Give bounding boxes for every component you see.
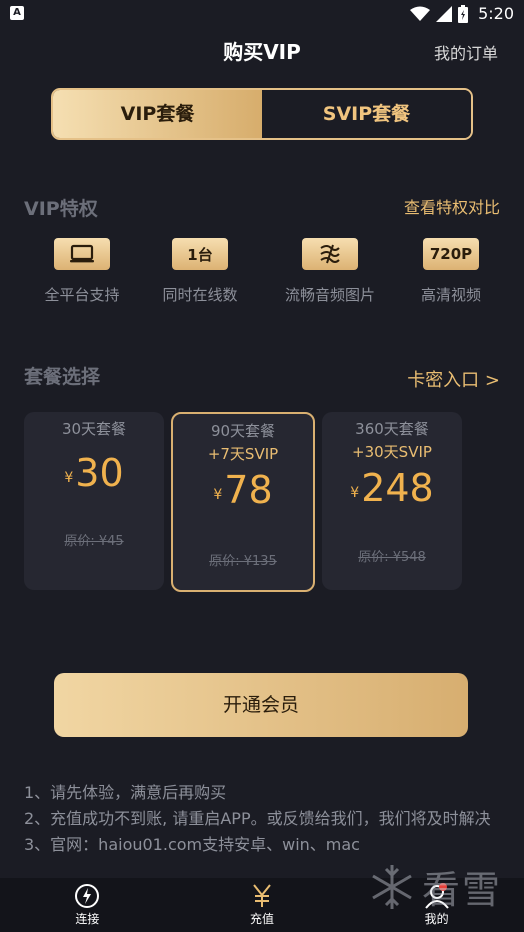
privilege-item-hd-video: 720P 高清视频 <box>396 238 506 305</box>
privilege-label: 同时在线数 <box>162 286 238 304</box>
plan-name: 90天套餐 <box>210 422 276 440</box>
plans-title: 套餐选择 <box>24 366 101 388</box>
bolt-circle-icon <box>0 882 175 910</box>
tab-svip[interactable]: SVIP套餐 <box>262 90 471 138</box>
privilege-label: 流畅音频图片 <box>284 286 375 304</box>
plan-card-90-days[interactable]: 90天套餐 +7天SVIP ¥78 原价: ¥135 <box>171 412 315 592</box>
nav-label: 连接 <box>75 912 100 926</box>
price-amount: 248 <box>361 466 434 510</box>
plan-type-tabs: VIP套餐 SVIP套餐 <box>51 88 473 140</box>
privilege-item-all-platforms: 全平台支持 <box>27 238 137 305</box>
snowflake-icon <box>372 864 412 909</box>
yuan-icon <box>175 882 350 910</box>
privilege-item-online-devices: 1台 同时在线数 <box>145 238 255 305</box>
original-price: 原价: ¥135 <box>209 554 277 569</box>
nav-recharge[interactable]: 充值 <box>175 878 350 932</box>
plan-name: 30天套餐 <box>61 420 127 438</box>
compare-privileges-link[interactable]: 查看特权对比 <box>404 194 500 218</box>
my-orders-link[interactable]: 我的订单 <box>434 40 498 64</box>
price-amount: 30 <box>75 451 124 495</box>
plan-price: ¥248 <box>322 466 462 510</box>
currency-symbol: ¥ <box>64 470 74 486</box>
privilege-badge: 1台 <box>172 238 228 270</box>
plan-bonus: +30天SVIP <box>352 443 432 461</box>
privileges-title: VIP特权 <box>24 198 98 220</box>
original-price: 原价: ¥548 <box>358 550 426 565</box>
wifi-icon <box>410 6 431 21</box>
plan-name: 360天套餐 <box>355 420 429 438</box>
system-icons: 5:20 <box>410 4 514 23</box>
plan-bonus: +7天SVIP <box>207 445 279 463</box>
currency-symbol: ¥ <box>213 487 223 503</box>
page-header: 购买VIP 我的订单 <box>0 30 524 70</box>
card-key-entry-link[interactable]: 卡密入口 > <box>407 366 500 392</box>
privilege-badge: 720P <box>423 238 479 270</box>
stream-icon <box>302 238 358 270</box>
battery-icon <box>458 4 469 23</box>
plan-price: ¥78 <box>173 468 313 512</box>
tab-vip[interactable]: VIP套餐 <box>53 90 262 138</box>
original-price: 原价: ¥45 <box>64 534 124 549</box>
note-line: 3、官网：haiou01.com支持安卓、win、mac <box>24 835 360 854</box>
watermark: 看雪 <box>368 859 502 914</box>
plan-card-360-days[interactable]: 360天套餐 +30天SVIP ¥248 原价: ¥548 <box>322 412 462 590</box>
plan-price: ¥30 <box>24 451 164 495</box>
privilege-item-smooth-media: 流畅音频图片 <box>275 238 385 305</box>
status-time: 5:20 <box>478 4 514 23</box>
nav-connect[interactable]: 连接 <box>0 878 175 932</box>
plan-card-30-days[interactable]: 30天套餐 ¥30 原价: ¥45 <box>24 412 164 590</box>
activate-membership-button[interactable]: 开通会员 <box>54 673 468 737</box>
note-line: 1、请先体验，满意后再购买 <box>24 783 227 802</box>
privilege-label: 全平台支持 <box>44 286 120 304</box>
currency-symbol: ¥ <box>350 485 360 501</box>
privilege-label: 高清视频 <box>420 286 481 304</box>
app-notification-icon: A <box>10 6 24 20</box>
nav-label: 充值 <box>250 912 275 926</box>
laptop-icon <box>54 238 110 270</box>
watermark-text: 看雪 <box>421 868 502 912</box>
status-bar: A 5:20 <box>0 0 524 28</box>
price-amount: 78 <box>224 468 273 512</box>
purchase-notes: 1、请先体验，满意后再购买 2、充值成功不到账, 请重启APP。或反馈给我们，我… <box>24 780 504 858</box>
signal-icon <box>436 5 453 22</box>
note-line: 2、充值成功不到账, 请重启APP。或反馈给我们，我们将及时解决 <box>24 809 491 828</box>
